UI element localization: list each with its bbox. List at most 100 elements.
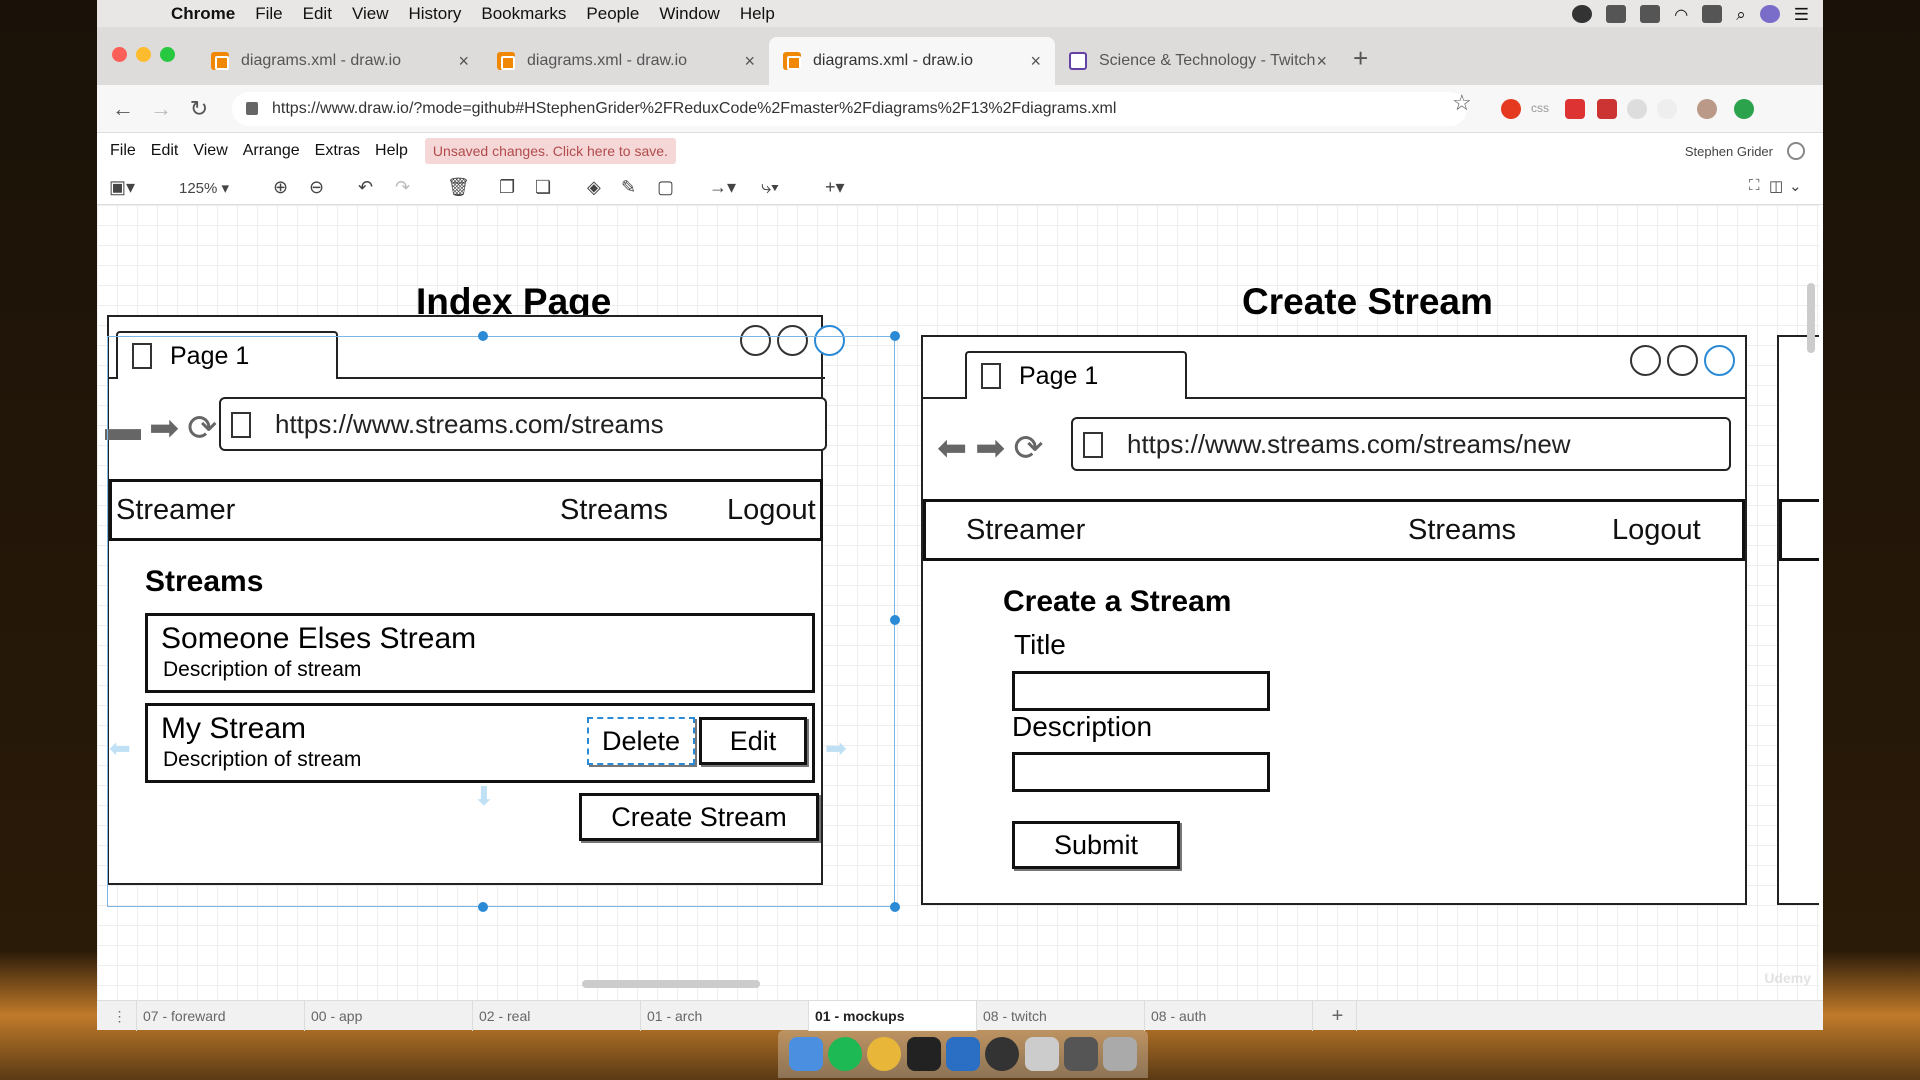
close-tab-icon[interactable]: × (744, 51, 755, 72)
drawio-menu-file[interactable]: File (110, 142, 136, 160)
glasses-icon[interactable] (1606, 4, 1627, 23)
page-tab[interactable]: 01 - arch (641, 1001, 809, 1031)
zoom-in-icon[interactable]: ⊕ (273, 177, 288, 198)
minimize-window-button[interactable] (136, 47, 151, 62)
page-tab[interactable]: 08 - auth (1145, 1001, 1313, 1031)
page-tab-active[interactable]: 01 - mockups (809, 1001, 977, 1031)
zoom-window-button[interactable] (160, 47, 175, 62)
wifi-icon[interactable]: ◠ (1674, 5, 1688, 24)
line-color-icon[interactable]: ✎ (621, 177, 636, 198)
create-stream-button[interactable]: Create Stream (579, 793, 819, 841)
resize-handle[interactable] (890, 902, 900, 912)
collapse-chevron-icon[interactable]: ⌄ (1789, 177, 1802, 195)
horizontal-scrollbar[interactable] (582, 980, 760, 988)
menu-people[interactable]: People (586, 4, 639, 24)
menu-bookmarks[interactable]: Bookmarks (481, 4, 566, 24)
to-front-icon[interactable]: ❐ (499, 177, 515, 198)
preview-icon[interactable] (1024, 1037, 1059, 1071)
menu-file[interactable]: File (255, 4, 282, 24)
forward-arrow-icon[interactable]: → (149, 96, 173, 122)
resize-handle[interactable] (478, 331, 488, 341)
index-page-frame[interactable]: Page 1 ▬➡⟳ https://www.streams.com/strea… (105, 315, 845, 885)
bookmark-star-icon[interactable]: ☆ (1452, 90, 1472, 116)
light-extension-icon[interactable] (1657, 99, 1677, 119)
next-page-frame-partial[interactable] (1777, 335, 1819, 905)
format-panel-icon[interactable]: ◫ (1769, 177, 1783, 195)
red-extension-icon[interactable] (1565, 99, 1585, 119)
diagram-canvas[interactable]: Index Page Page 1 ▬➡⟳ https://www.stream… (97, 205, 1819, 1000)
redo-icon[interactable]: ↷ (395, 177, 410, 198)
page-tab[interactable]: 02 - real (473, 1001, 641, 1031)
connection-style-icon[interactable]: →▾ (709, 177, 736, 198)
close-tab-icon[interactable]: × (1030, 51, 1041, 72)
menu-history[interactable]: History (408, 4, 461, 24)
zoom-select[interactable]: 125% ▾ (179, 179, 229, 197)
obs-icon[interactable] (985, 1037, 1020, 1071)
menu-view[interactable]: View (352, 4, 389, 24)
resize-handle[interactable] (890, 331, 900, 341)
create-stream-title[interactable]: Create Stream (1242, 281, 1493, 323)
spotify-icon[interactable] (827, 1037, 862, 1071)
profile-avatar[interactable] (1697, 99, 1717, 119)
docker-icon[interactable] (1640, 4, 1661, 23)
resize-handle[interactable] (478, 902, 488, 912)
vertical-scrollbar[interactable] (1807, 283, 1815, 353)
close-tab-icon[interactable]: × (1316, 51, 1327, 72)
drawio-menu-arrange[interactable]: Arrange (243, 142, 300, 160)
browser-tab-3-active[interactable]: diagrams.xml - draw.io × (769, 37, 1055, 85)
battery-icon[interactable] (1702, 4, 1723, 23)
unsaved-changes-notice[interactable]: Unsaved changes. Click here to save. (424, 138, 676, 164)
fill-color-icon[interactable]: ◈ (587, 177, 601, 198)
page-tab[interactable]: 07 - foreward (137, 1001, 305, 1031)
connect-down-arrow-icon[interactable]: ⬇ (473, 781, 495, 812)
spotlight-search-icon[interactable]: ⌕ (1736, 5, 1746, 24)
connect-left-arrow-icon[interactable]: ⬅ (109, 733, 131, 764)
ublock-extension-icon[interactable] (1597, 99, 1617, 119)
user-name[interactable]: Stephen Grider (1685, 144, 1773, 159)
siri-icon[interactable] (1759, 4, 1780, 23)
url-omnibox[interactable]: https://www.draw.io/?mode=github#HStephe… (232, 92, 1467, 126)
shadow-icon[interactable]: ▢ (657, 177, 674, 198)
edit-button[interactable]: Edit (699, 717, 807, 765)
grey-extension-icon[interactable] (1627, 99, 1647, 119)
resize-handle[interactable] (890, 615, 900, 625)
zoom-out-icon[interactable]: ⊖ (309, 177, 324, 198)
drawio-menu-edit[interactable]: Edit (151, 142, 179, 160)
undo-icon[interactable]: ↶ (358, 177, 373, 198)
to-back-icon[interactable]: ❏ (535, 177, 551, 198)
folder-icon[interactable] (1063, 1037, 1098, 1071)
vscode-icon[interactable] (945, 1037, 980, 1071)
fullscreen-icon[interactable]: ⛶ (1749, 177, 1760, 194)
opera-icon[interactable] (1572, 4, 1593, 23)
green-extension-icon[interactable] (1734, 99, 1754, 119)
menu-edit[interactable]: Edit (303, 4, 332, 24)
drawio-menu-extras[interactable]: Extras (315, 142, 360, 160)
close-tab-icon[interactable]: × (458, 51, 469, 72)
connect-right-arrow-icon[interactable]: ➡ (825, 733, 847, 764)
delete-button-selected[interactable]: Delete (587, 717, 695, 765)
waypoints-icon[interactable]: ⤷▾ (761, 177, 779, 198)
page-tab[interactable]: 00 - app (305, 1001, 473, 1031)
terminal-icon[interactable] (906, 1037, 941, 1071)
add-page-button[interactable]: + (1313, 1001, 1357, 1031)
submit-button[interactable]: Submit (1012, 821, 1180, 869)
format-panel-toggle-icon[interactable]: ▣▾ (109, 177, 135, 198)
css-extension-icon[interactable]: css (1531, 101, 1551, 121)
page-menu-icon[interactable]: ⋮ (97, 1001, 137, 1031)
page-tab[interactable]: 08 - twitch (977, 1001, 1145, 1031)
finder-icon[interactable] (788, 1037, 823, 1071)
close-window-button[interactable] (112, 47, 127, 62)
menu-help[interactable]: Help (740, 4, 775, 24)
create-page-frame[interactable]: Page 1 ⬅➡⟳ https://www.streams.com/strea… (921, 335, 1747, 905)
chrome-icon[interactable] (867, 1037, 902, 1071)
drawio-menu-help[interactable]: Help (375, 142, 408, 160)
browser-tab-1[interactable]: diagrams.xml - draw.io × (197, 37, 483, 85)
browser-tab-4[interactable]: Science & Technology - Twitch × (1055, 37, 1341, 85)
insert-plus-icon[interactable]: +▾ (825, 177, 845, 198)
menu-window[interactable]: Window (659, 4, 719, 24)
browser-tab-2[interactable]: diagrams.xml - draw.io × (483, 37, 769, 85)
trash-icon[interactable] (1103, 1037, 1138, 1071)
notification-center-icon[interactable]: ☰ (1794, 5, 1809, 24)
new-tab-button[interactable]: + (1353, 43, 1368, 74)
drawio-menu-view[interactable]: View (193, 142, 227, 160)
